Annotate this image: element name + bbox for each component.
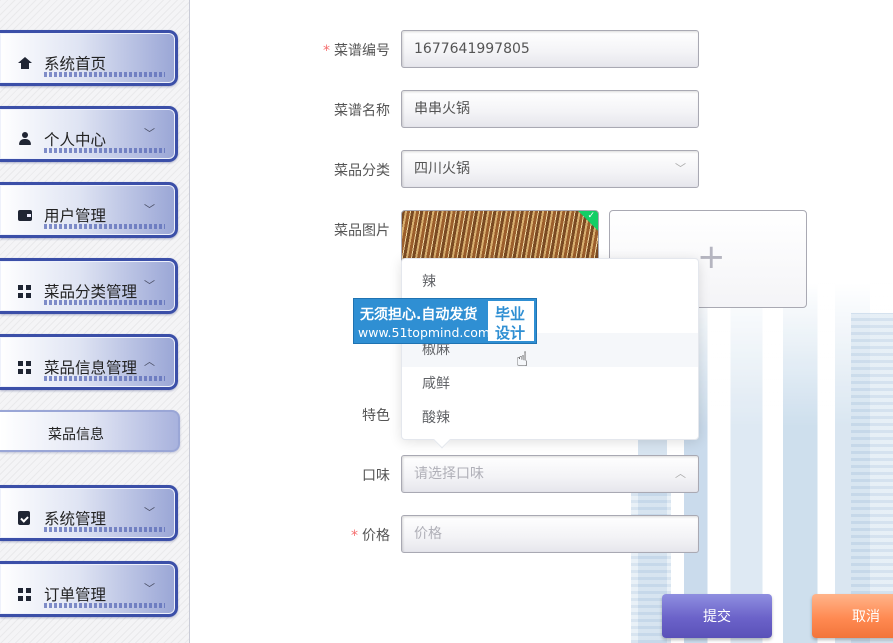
sidebar-item-home[interactable]: 系统首页 xyxy=(0,30,178,86)
watermark-right-line2: 设计 xyxy=(495,324,526,342)
menu-stripes xyxy=(44,376,165,381)
sidebar-item-dish-category-management[interactable]: 菜品分类管理 ﹀ xyxy=(0,258,178,314)
price-label: * 价格 xyxy=(351,528,390,544)
recipe-name-field[interactable]: 串串火锅 xyxy=(401,90,699,128)
recipe-no-label: * 菜谱编号 xyxy=(323,43,390,59)
sidebar-item-label: 个人中心 xyxy=(44,131,107,149)
user-icon xyxy=(18,132,32,146)
taste-option[interactable]: 辣 xyxy=(402,265,698,299)
chevron-down-icon: ﹀ xyxy=(144,279,155,292)
menu-stripes xyxy=(44,224,165,229)
chevron-up-icon: ︿ xyxy=(144,355,155,368)
sidebar-item-label: 用户管理 xyxy=(44,207,107,225)
menu-stripes xyxy=(44,603,165,608)
image-label: 菜品图片 xyxy=(334,223,390,239)
sidebar-item-label: 系统首页 xyxy=(44,55,107,73)
taste-option[interactable]: 咸鲜 xyxy=(402,367,698,401)
watermark-line1: 无须担心.自动发货 xyxy=(360,307,478,323)
recipe-name-label: 菜谱名称 xyxy=(334,103,390,119)
submit-button[interactable]: 提交 xyxy=(662,594,772,638)
category-value: 四川火锅 xyxy=(414,161,470,177)
home-icon xyxy=(18,57,32,69)
chevron-down-icon: ﹀ xyxy=(144,203,155,216)
sidebar-item-dish-info-management[interactable]: 菜品信息管理 ︿ xyxy=(0,334,178,390)
watermark-banner: 无须担心.自动发货 www.51topmind.com 毕业 设计 xyxy=(353,298,537,344)
watermark-line2: www.51topmind.com xyxy=(358,325,491,340)
category-select[interactable]: 四川火锅 ﹀ xyxy=(401,150,699,188)
menu-stripes xyxy=(44,527,165,532)
price-input[interactable] xyxy=(401,515,699,553)
sidebar-subitem-label: 菜品信息 xyxy=(48,427,104,443)
category-label: 菜品分类 xyxy=(334,163,390,179)
cancel-button[interactable]: 取消 xyxy=(812,594,893,638)
sidebar-item-label: 系统管理 xyxy=(44,510,107,528)
sidebar-subitem-dish-info[interactable]: 菜品信息 xyxy=(0,410,180,452)
recipe-no-value: 1677641997805 xyxy=(414,41,530,57)
taste-option[interactable]: 酸辣 xyxy=(402,401,698,435)
watermark-right: 毕业 设计 xyxy=(488,301,534,342)
watermark-left: 无须担心.自动发货 www.51topmind.com xyxy=(354,299,490,343)
grid-icon xyxy=(18,588,31,601)
recipe-no-field[interactable]: 1677641997805 xyxy=(401,30,699,68)
chevron-down-icon: ﹀ xyxy=(675,162,686,175)
feature-label: 特色 xyxy=(362,408,390,424)
menu-stripes xyxy=(44,72,165,77)
sidebar-item-personal-center[interactable]: 个人中心 ﹀ xyxy=(0,106,178,162)
watermark-right-line1: 毕业 xyxy=(495,305,526,323)
plus-icon: + xyxy=(697,237,726,277)
chevron-up-icon: ︿ xyxy=(675,467,686,480)
chevron-down-icon: ﹀ xyxy=(144,506,155,519)
menu-stripes xyxy=(44,300,165,305)
sidebar-item-system-management[interactable]: 系统管理 ﹀ xyxy=(0,485,178,541)
grid-icon xyxy=(18,285,31,298)
required-mark: * xyxy=(351,528,358,544)
chevron-down-icon: ﹀ xyxy=(144,582,155,595)
taste-dropdown: 辣 椒麻 咸鲜 酸辣 xyxy=(401,258,699,449)
taste-label: 口味 xyxy=(362,468,390,484)
grid-icon xyxy=(18,361,31,374)
sidebar-item-label: 菜品分类管理 xyxy=(44,283,138,301)
sidebar-item-label: 菜品信息管理 xyxy=(44,359,138,377)
sidebar-item-user-management[interactable]: 用户管理 ﹀ xyxy=(0,182,178,238)
menu-stripes xyxy=(44,148,165,153)
sidebar-item-label: 订单管理 xyxy=(44,586,107,604)
taste-placeholder: 请选择口味 xyxy=(414,466,484,482)
sidebar: 系统首页 个人中心 ﹀ 用户管理 ﹀ 菜品分类管理 ﹀ 菜品信息管理 ︿ 菜品信… xyxy=(0,0,190,643)
wallet-icon xyxy=(18,210,32,221)
required-mark: * xyxy=(323,43,330,59)
taste-select[interactable]: 请选择口味 ︿ xyxy=(401,455,699,493)
hand-cursor-icon: ☝ xyxy=(516,347,529,371)
recipe-name-value: 串串火锅 xyxy=(414,101,470,117)
sidebar-item-order-management[interactable]: 订单管理 ﹀ xyxy=(0,561,178,617)
clipboard-check-icon xyxy=(18,511,30,525)
check-icon: ✓ xyxy=(587,211,595,221)
chevron-down-icon: ﹀ xyxy=(144,127,155,140)
